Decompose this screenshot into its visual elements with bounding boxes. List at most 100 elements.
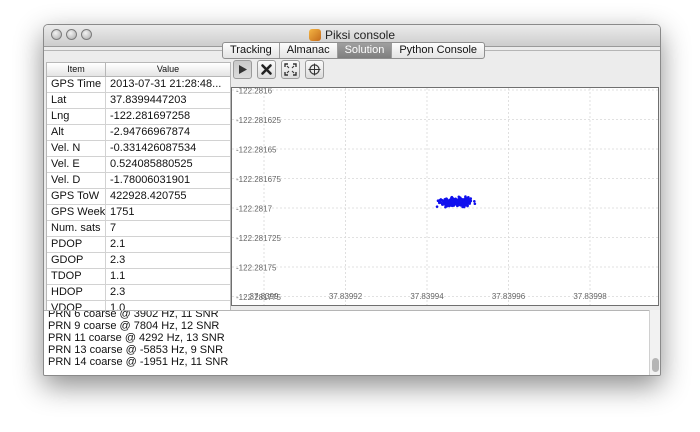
main-window: Piksi console Tracking Almanac Solution … bbox=[43, 24, 661, 376]
window-title: Piksi console bbox=[324, 28, 396, 42]
table-header: Item Value bbox=[47, 63, 230, 77]
fit-view-icon bbox=[284, 63, 297, 76]
value-cell: 422928.420755 bbox=[110, 190, 187, 202]
solution-plot[interactable]: -122.2816 -122.281625 -122.28165 -122.28167… bbox=[231, 87, 659, 306]
value-cell: 2013-07-31 21:28:48... bbox=[110, 78, 222, 90]
solution-point bbox=[462, 200, 466, 204]
item-cell: Lng bbox=[47, 109, 106, 124]
log-scrollbar-thumb[interactable] bbox=[652, 358, 659, 372]
table-row[interactable]: GPS ToW 422928.420755 bbox=[47, 189, 230, 205]
item-cell: Vel. E bbox=[47, 157, 106, 172]
item-cell: Vel. N bbox=[47, 141, 106, 156]
solution-point bbox=[468, 198, 472, 202]
log-output: PRN 6 coarse @ 3902 Hz, 11 SNR PRN 9 coar… bbox=[44, 310, 649, 375]
solution-point bbox=[464, 198, 468, 201]
table-row[interactable]: PDOP 2.1 bbox=[47, 237, 230, 253]
plot-canvas: -122.2816 -122.281625 -122.28165 -122.28167… bbox=[232, 88, 658, 305]
value-cell: -122.281697258 bbox=[110, 110, 191, 122]
value-cell: -1.78006031901 bbox=[110, 174, 191, 186]
tab-tracking[interactable]: Tracking bbox=[223, 43, 279, 58]
y-tick-label: -122.28175 bbox=[236, 264, 277, 273]
table-row[interactable]: Vel. E 0.524085880525 bbox=[47, 157, 230, 173]
log-lines: PRN 6 coarse @ 3902 Hz, 11 SNR PRN 9 coar… bbox=[44, 310, 229, 368]
solution-point bbox=[473, 199, 476, 203]
solution-point bbox=[441, 202, 444, 206]
item-cell: GDOP bbox=[47, 253, 106, 268]
value-cell: 2.3 bbox=[110, 254, 126, 266]
item-cell: GPS Time bbox=[47, 77, 106, 92]
table-row[interactable]: GDOP 2.3 bbox=[47, 253, 230, 269]
log-line: PRN 13 coarse @ -5853 Hz, 9 SNR bbox=[48, 344, 224, 356]
y-tick-label: -122.281675 bbox=[236, 175, 281, 184]
item-cell: Vel. D bbox=[47, 173, 106, 188]
item-cell: GPS Week bbox=[47, 205, 106, 220]
solution-pane: Item Value GPS Time 2013-07-31 21:28:48..… bbox=[44, 50, 660, 333]
solution-point bbox=[462, 205, 466, 209]
item-cell: Num. sats bbox=[47, 221, 106, 236]
item-cell: Lat bbox=[47, 93, 106, 108]
value-cell: 1751 bbox=[110, 206, 135, 218]
clear-icon bbox=[261, 64, 272, 75]
table-row[interactable]: Vel. D -1.78006031901 bbox=[47, 173, 230, 189]
table-row[interactable]: GPS Time 2013-07-31 21:28:48... bbox=[47, 77, 230, 93]
table-body: GPS Time 2013-07-31 21:28:48... Lat 37.8399… bbox=[47, 77, 230, 317]
clear-button[interactable] bbox=[257, 60, 276, 79]
table-row[interactable]: Lat 37.8399447203 bbox=[47, 93, 230, 109]
solution-point bbox=[455, 200, 459, 203]
value-cell: -0.331426087534 bbox=[110, 142, 197, 154]
solution-point bbox=[435, 205, 439, 208]
y-tick-label: -122.2817 bbox=[236, 205, 273, 214]
log-line: PRN 14 coarse @ -1951 Hz, 11 SNR bbox=[48, 356, 229, 368]
solution-point bbox=[437, 201, 441, 205]
solution-point bbox=[462, 198, 466, 201]
item-cell: Alt bbox=[47, 125, 106, 140]
value-cell: 7 bbox=[110, 222, 117, 234]
y-tick-label: -122.281725 bbox=[236, 234, 281, 243]
solution-point bbox=[458, 203, 462, 206]
item-cell: PDOP bbox=[47, 237, 106, 252]
solution-point bbox=[451, 201, 455, 205]
value-cell: 2.1 bbox=[110, 238, 126, 250]
y-tick-label: -122.2816 bbox=[236, 88, 273, 96]
tab-python-console[interactable]: Python Console bbox=[391, 43, 484, 58]
value-cell: 0.524085880525 bbox=[110, 158, 193, 170]
solution-table: Item Value GPS Time 2013-07-31 21:28:48..… bbox=[46, 62, 231, 318]
y-tick-label: -122.281625 bbox=[236, 116, 281, 125]
solution-point bbox=[442, 200, 446, 204]
crosshair-icon bbox=[308, 63, 321, 76]
x-tick-label: 37.83998 bbox=[573, 292, 607, 301]
log-line: PRN 9 coarse @ 7804 Hz, 12 SNR bbox=[48, 320, 220, 332]
table-row[interactable]: Alt -2.94766967874 bbox=[47, 125, 230, 141]
value-cell: 37.8399447203 bbox=[110, 94, 187, 106]
log-scrollbar[interactable] bbox=[649, 310, 660, 375]
item-cell: TDOP bbox=[47, 269, 106, 284]
column-header-value[interactable]: Value bbox=[106, 63, 230, 76]
solution-point bbox=[447, 204, 451, 208]
app-icon bbox=[308, 29, 321, 41]
tab-almanac[interactable]: Almanac bbox=[278, 43, 337, 58]
x-tick-label: 37.83996 bbox=[492, 292, 526, 301]
value-cell: -2.94766967874 bbox=[110, 126, 191, 138]
value-cell: 1.1 bbox=[110, 270, 126, 282]
x-tick-label: 37.83994 bbox=[410, 292, 444, 301]
window-title-wrap: Piksi console bbox=[44, 28, 660, 42]
column-header-item[interactable]: Item bbox=[47, 63, 106, 76]
table-row[interactable]: Vel. N -0.331426087534 bbox=[47, 141, 230, 157]
tab-solution[interactable]: Solution bbox=[336, 43, 392, 58]
table-row[interactable]: TDOP 1.1 bbox=[47, 269, 230, 285]
table-row[interactable]: GPS Week 1751 bbox=[47, 205, 230, 221]
solution-point bbox=[473, 202, 477, 206]
fit-view-button[interactable] bbox=[281, 60, 300, 79]
table-row[interactable]: HDOP 2.3 bbox=[47, 285, 230, 301]
table-row[interactable]: Num. sats 7 bbox=[47, 221, 230, 237]
crosshair-button[interactable] bbox=[305, 60, 324, 79]
item-cell: GPS ToW bbox=[47, 189, 106, 204]
tab-bar: Tracking Almanac Solution Python Console bbox=[222, 42, 486, 59]
solution-point bbox=[439, 198, 443, 201]
solution-point bbox=[454, 202, 457, 206]
value-cell: 2.3 bbox=[110, 286, 126, 298]
play-button[interactable] bbox=[233, 60, 252, 79]
table-row[interactable]: Lng -122.281697258 bbox=[47, 109, 230, 125]
log-line: PRN 6 coarse @ 3902 Hz, 11 SNR bbox=[48, 310, 219, 320]
solution-point bbox=[448, 201, 451, 204]
